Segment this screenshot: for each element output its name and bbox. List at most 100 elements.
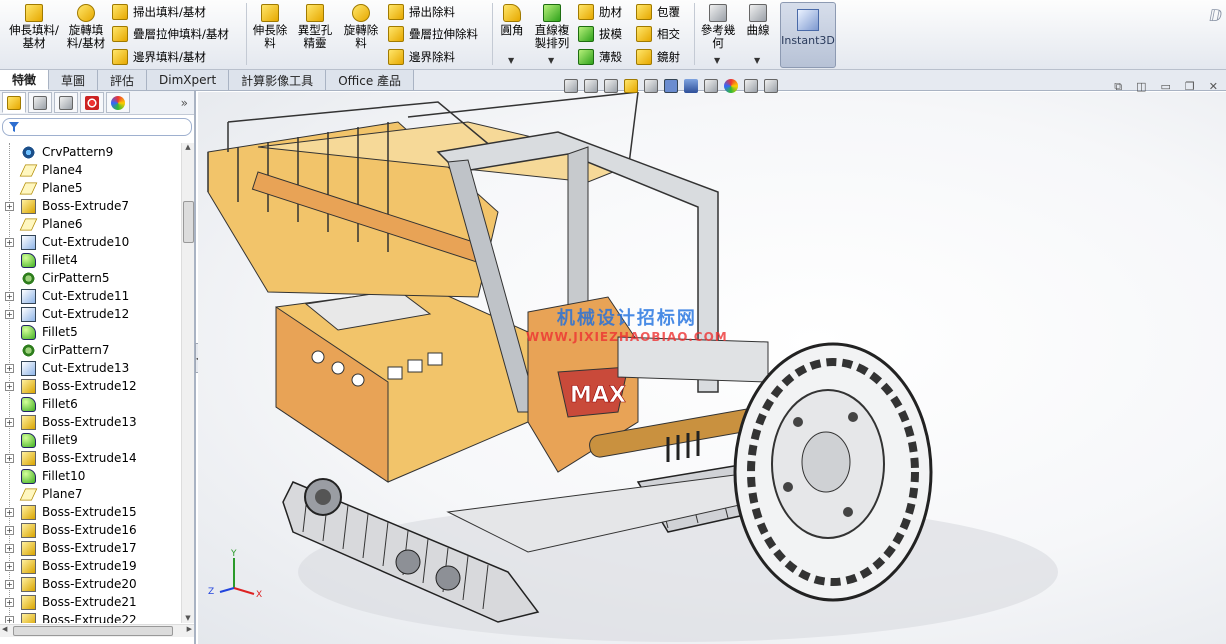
close-icon[interactable]: ✕ (1209, 80, 1218, 94)
graphics-area[interactable]: MAX 机械设计招标网 WWW.JIXIEZHAOBIAO.COM Y X Z (198, 92, 1226, 644)
revolved-cut-button[interactable]: 旋轉除料 (340, 4, 382, 50)
tree-item[interactable]: CirPattern7 (0, 341, 180, 359)
tree-item[interactable]: + Boss-Extrude13 (0, 413, 180, 431)
tab-configuration-manager[interactable] (54, 92, 78, 113)
tree-filter-input[interactable] (2, 118, 192, 136)
expand-icon[interactable]: + (5, 417, 14, 427)
window-split-icon[interactable]: ◫ (1136, 80, 1146, 94)
tree-item[interactable]: + Cut-Extrude11 (0, 287, 180, 305)
tree-item[interactable]: Fillet4 (0, 251, 180, 269)
tree-item[interactable]: + Boss-Extrude17 (0, 539, 180, 557)
fillet-dropdown-icon[interactable]: ▼ (508, 56, 514, 65)
fillet-button[interactable]: 圓角 (498, 4, 526, 37)
reference-geometry-dropdown-icon[interactable]: ▼ (714, 56, 720, 65)
mirror-button[interactable]: 鏡射 (636, 47, 680, 67)
expand-icon[interactable]: + (5, 381, 14, 391)
tree-item[interactable]: Fillet5 (0, 323, 180, 341)
hole-wizard-button[interactable]: 異型孔精靈 (294, 4, 336, 50)
tree-item[interactable]: Plane4 (0, 161, 180, 179)
edit-appearance-icon[interactable] (724, 79, 738, 93)
curves-dropdown-icon[interactable]: ▼ (754, 56, 760, 65)
tree-item[interactable]: + Cut-Extrude13 (0, 359, 180, 377)
zoom-to-fit-icon[interactable] (564, 79, 578, 93)
expand-icon[interactable]: + (5, 237, 14, 247)
restore-icon[interactable]: ❐ (1185, 80, 1195, 94)
tree-item[interactable]: + Boss-Extrude12 (0, 377, 180, 395)
swept-cut-button[interactable]: 掃出除料 (388, 2, 455, 22)
scroll-up-icon[interactable]: ▲ (182, 143, 194, 151)
tree-item[interactable]: + Boss-Extrude20 (0, 575, 180, 593)
tree-item[interactable]: Fillet9 (0, 431, 180, 449)
tree-item[interactable]: CrvPattern9 (0, 143, 180, 161)
tab-office-products[interactable]: Office 產品 (326, 70, 415, 90)
tree-item[interactable]: Plane5 (0, 179, 180, 197)
dynamic-annotation-icon[interactable] (644, 79, 658, 93)
tree-item[interactable]: + Boss-Extrude14 (0, 449, 180, 467)
tab-dimxpert-manager[interactable] (80, 92, 104, 113)
scroll-thumb[interactable] (183, 201, 194, 243)
draft-button[interactable]: 拔模 (578, 24, 622, 44)
tree-item[interactable]: + Boss-Extrude19 (0, 557, 180, 575)
expand-icon[interactable]: + (5, 561, 14, 571)
swept-boss-button[interactable]: 掃出填料/基材 (112, 2, 206, 22)
tree-item[interactable]: + Boss-Extrude15 (0, 503, 180, 521)
tree-item[interactable]: Plane6 (0, 215, 180, 233)
window-tile-icon[interactable]: ⧉ (1114, 80, 1122, 94)
panel-more-icon[interactable]: » (181, 96, 188, 110)
expand-icon[interactable]: + (5, 579, 14, 589)
expand-icon[interactable]: + (5, 543, 14, 553)
tree-item[interactable]: CirPattern5 (0, 269, 180, 287)
curves-button[interactable]: 曲線 (742, 4, 774, 37)
tree-item[interactable]: + Boss-Extrude22 (0, 611, 180, 623)
lofted-cut-button[interactable]: 疊層拉伸除料 (388, 24, 478, 44)
minimize-icon[interactable]: ▭ (1161, 80, 1171, 94)
expand-icon[interactable]: + (5, 363, 14, 373)
expand-icon[interactable]: + (5, 201, 14, 211)
wrap-button[interactable]: 包覆 (636, 2, 680, 22)
boundary-boss-button[interactable]: 邊界填料/基材 (112, 47, 206, 67)
extruded-cut-button[interactable]: 伸長除料 (250, 4, 290, 50)
scroll-right-icon[interactable]: ▶ (187, 625, 192, 633)
reference-geometry-button[interactable]: 參考幾何 (700, 4, 736, 50)
pattern-dropdown-icon[interactable]: ▼ (548, 56, 554, 65)
revolved-boss-button[interactable]: 旋轉填料/基材 (62, 4, 110, 50)
tree-item[interactable]: + Boss-Extrude16 (0, 521, 180, 539)
scroll-left-icon[interactable]: ◀ (2, 625, 7, 633)
display-style-icon[interactable] (684, 79, 698, 93)
previous-view-icon[interactable] (604, 79, 618, 93)
shell-button[interactable]: 薄殼 (578, 47, 622, 67)
expand-icon[interactable]: + (5, 291, 14, 301)
rib-button[interactable]: 肋材 (578, 2, 622, 22)
view-settings-icon[interactable] (764, 79, 778, 93)
tree-vertical-scrollbar[interactable]: ▲ ▼ (181, 143, 194, 623)
tree-item[interactable]: + Cut-Extrude10 (0, 233, 180, 251)
scroll-down-icon[interactable]: ▼ (182, 614, 194, 622)
tab-display-manager[interactable] (106, 92, 130, 113)
expand-icon[interactable]: + (5, 525, 14, 535)
hide-show-items-icon[interactable] (704, 79, 718, 93)
tab-dimxpert[interactable]: DimXpert (147, 70, 230, 90)
tree-item[interactable]: + Boss-Extrude21 (0, 593, 180, 611)
linear-pattern-button[interactable]: 直線複製排列 (532, 4, 572, 50)
lofted-boss-button[interactable]: 疊層拉伸填料/基材 (112, 24, 229, 44)
scroll-thumb[interactable] (13, 626, 173, 636)
expand-icon[interactable]: + (5, 597, 14, 607)
instant3d-button[interactable]: Instant3D (780, 2, 836, 68)
tree-item[interactable]: Fillet10 (0, 467, 180, 485)
model-view[interactable]: MAX (198, 92, 1226, 644)
expand-icon[interactable]: + (5, 507, 14, 517)
view-orientation-icon[interactable] (664, 79, 678, 93)
tree-item[interactable]: Plane7 (0, 485, 180, 503)
tab-features[interactable]: 特徵 (0, 70, 50, 90)
expand-icon[interactable]: + (5, 615, 14, 623)
apply-scene-icon[interactable] (744, 79, 758, 93)
tree-item[interactable]: Fillet6 (0, 395, 180, 413)
tab-render-tools[interactable]: 計算影像工具 (229, 70, 327, 90)
zoom-to-area-icon[interactable] (584, 79, 598, 93)
intersect-button[interactable]: 相交 (636, 24, 680, 44)
tab-evaluate[interactable]: 評估 (98, 70, 148, 90)
tab-property-manager[interactable] (28, 92, 52, 113)
extruded-boss-button[interactable]: 伸長填料/基材 (8, 4, 60, 50)
expand-icon[interactable]: + (5, 309, 14, 319)
boundary-cut-button[interactable]: 邊界除料 (388, 47, 455, 67)
